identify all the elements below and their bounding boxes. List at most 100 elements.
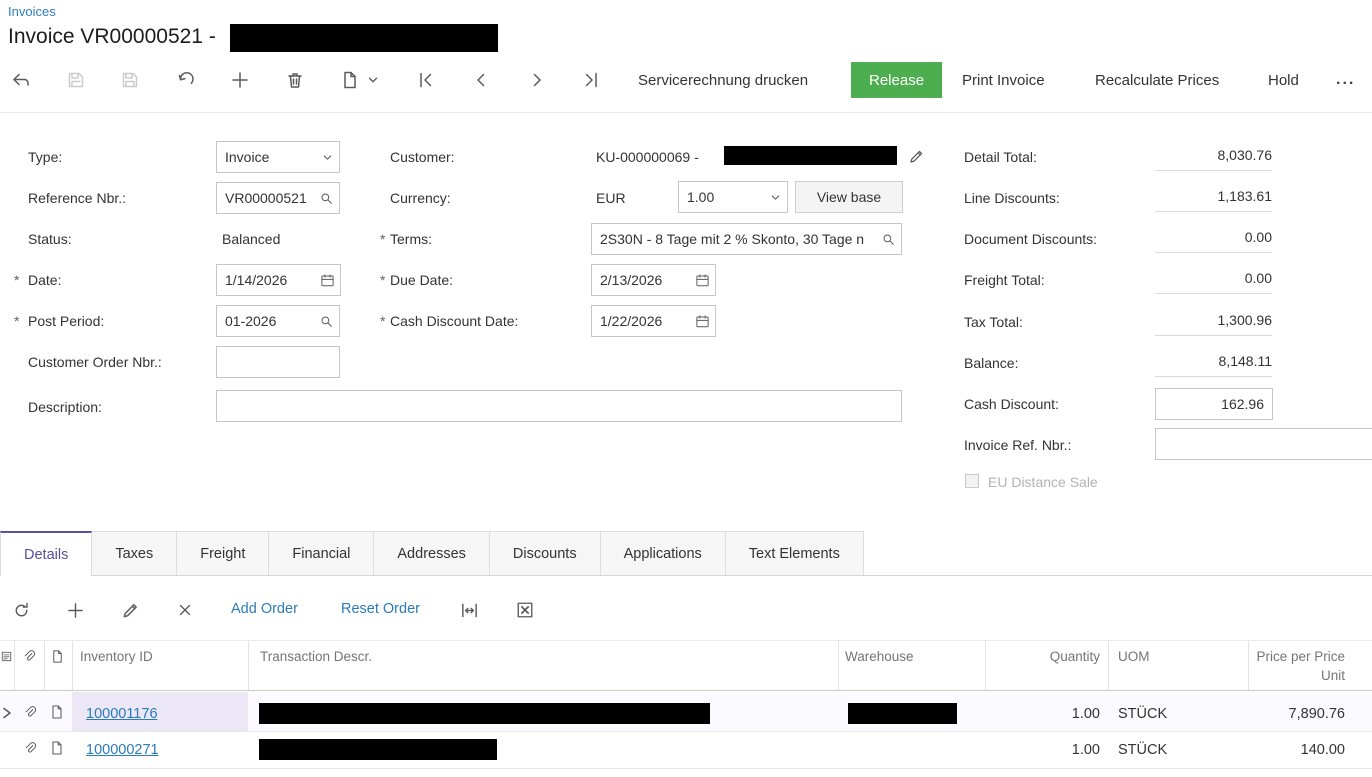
balance-label: Balance:	[964, 355, 1019, 371]
add-order-link[interactable]: Add Order	[231, 601, 298, 617]
grid-edit-row-button[interactable]	[113, 592, 147, 628]
reference-nbr-field	[216, 182, 340, 214]
inventory-id-link[interactable]: 100000271	[86, 742, 159, 758]
invoice-ref-nbr-input[interactable]	[1156, 436, 1372, 452]
column-divider	[1248, 641, 1249, 690]
delete-record-button[interactable]	[278, 62, 312, 98]
calendar-icon[interactable]	[320, 273, 335, 288]
print-invoice-button[interactable]: Print Invoice	[952, 62, 1055, 98]
tab-taxes[interactable]: Taxes	[92, 531, 178, 575]
post-period-label: Post Period:	[28, 313, 105, 329]
servicerechnung-drucken-button[interactable]: Servicerechnung drucken	[628, 62, 818, 98]
save-close-icon	[68, 72, 84, 88]
detail-total-label: Detail Total:	[964, 149, 1037, 165]
eu-distance-sale-checkbox[interactable]	[965, 474, 979, 488]
post-period-input[interactable]	[217, 313, 319, 329]
inventory-id-link[interactable]: 100001176	[86, 706, 158, 722]
column-header-price-line2[interactable]: Unit	[1225, 668, 1345, 683]
column-header-quantity[interactable]: Quantity	[990, 649, 1100, 664]
cash-discount-input[interactable]	[1156, 396, 1272, 412]
quantity-cell[interactable]: 1.00	[990, 706, 1100, 722]
eu-distance-sale-label: EU Distance Sale	[988, 474, 1098, 490]
files-column-header[interactable]	[21, 649, 36, 667]
price-cell[interactable]: 140.00	[1225, 742, 1345, 758]
go-first-record-button[interactable]	[409, 62, 443, 98]
price-cell[interactable]: 7,890.76	[1225, 706, 1345, 722]
type-select[interactable]: Invoice	[216, 141, 340, 173]
grid-refresh-button[interactable]	[4, 592, 38, 628]
tab-text-elements[interactable]: Text Elements	[725, 531, 864, 575]
quantity-cell[interactable]: 1.00	[990, 742, 1100, 758]
back-button[interactable]	[4, 62, 38, 98]
note-icon	[1, 651, 12, 662]
plus-icon	[232, 72, 248, 88]
add-new-record-button[interactable]	[223, 62, 257, 98]
more-actions-button[interactable]: ...	[1326, 62, 1365, 98]
type-label: Type:	[28, 149, 63, 165]
notes-column-header[interactable]	[0, 650, 13, 666]
hold-button[interactable]: Hold	[1258, 62, 1309, 98]
reset-order-link[interactable]: Reset Order	[341, 601, 420, 617]
lookup-magnifier-icon[interactable]	[319, 314, 334, 329]
uom-cell[interactable]: STÜCK	[1118, 742, 1167, 758]
copy-paste-button[interactable]	[332, 62, 366, 98]
recalculate-prices-button[interactable]: Recalculate Prices	[1085, 62, 1229, 98]
uom-cell[interactable]: STÜCK	[1118, 706, 1167, 722]
go-previous-record-button[interactable]	[464, 62, 498, 98]
paperclip-icon[interactable]	[22, 705, 37, 720]
document-discounts-label: Document Discounts:	[964, 231, 1098, 247]
grid-add-row-button[interactable]	[58, 592, 92, 628]
document-icon[interactable]	[49, 704, 65, 720]
column-header-transaction-descr[interactable]: Transaction Descr.	[260, 649, 372, 664]
column-divider	[14, 641, 15, 690]
column-header-inventory-id[interactable]: Inventory ID	[80, 649, 153, 664]
excel-export-icon	[517, 602, 533, 618]
terms-input[interactable]	[592, 231, 881, 247]
calendar-icon[interactable]	[695, 273, 710, 288]
cash-discount-date-input[interactable]	[592, 313, 695, 329]
paperclip-icon	[24, 650, 36, 661]
go-last-record-button[interactable]	[574, 62, 608, 98]
due-date-input[interactable]	[592, 272, 695, 288]
required-marker: *	[380, 313, 386, 329]
tax-total-label: Tax Total:	[964, 314, 1023, 330]
customer-order-nbr-input[interactable]	[217, 354, 339, 370]
terms-field	[591, 223, 902, 255]
tab-details[interactable]: Details	[0, 531, 93, 576]
tab-applications[interactable]: Applications	[600, 531, 726, 575]
go-next-record-button[interactable]	[520, 62, 554, 98]
column-header-uom[interactable]: UOM	[1118, 649, 1150, 664]
currency-rate-select[interactable]: 1.00	[678, 181, 788, 213]
trash-icon	[288, 73, 302, 88]
date-input[interactable]	[217, 272, 320, 288]
lookup-magnifier-icon[interactable]	[881, 232, 896, 247]
grid-header-bottom-border	[0, 690, 1372, 691]
date-label: Date:	[28, 272, 62, 288]
calendar-icon[interactable]	[695, 314, 710, 329]
column-header-price-line1[interactable]: Price per Price	[1225, 649, 1345, 664]
document-column-header[interactable]	[50, 649, 65, 667]
lookup-magnifier-icon[interactable]	[319, 191, 334, 206]
save-button[interactable]	[113, 62, 147, 98]
breadcrumb-invoices[interactable]: Invoices	[8, 4, 56, 19]
view-base-button[interactable]: View base	[795, 181, 903, 213]
release-button[interactable]: Release	[851, 62, 943, 98]
tab-financial[interactable]: Financial	[269, 531, 375, 575]
reference-nbr-input[interactable]	[217, 190, 319, 206]
tab-addresses[interactable]: Addresses	[374, 531, 490, 575]
date-field	[216, 264, 341, 296]
close-x-icon	[179, 604, 191, 616]
copy-paste-menu-button[interactable]	[362, 62, 384, 98]
grid-delete-row-button[interactable]	[168, 592, 202, 628]
document-icon[interactable]	[49, 740, 65, 756]
edit-customer-button[interactable]	[902, 142, 930, 170]
description-input[interactable]	[217, 398, 901, 414]
export-to-excel-button[interactable]	[508, 592, 542, 628]
tab-discounts[interactable]: Discounts	[489, 531, 601, 575]
cancel-undo-button[interactable]	[169, 62, 203, 98]
paperclip-icon[interactable]	[22, 741, 37, 756]
save-and-close-button[interactable]	[59, 62, 93, 98]
tab-freight[interactable]: Freight	[177, 531, 270, 575]
column-header-warehouse[interactable]: Warehouse	[845, 649, 914, 664]
fit-to-screen-button[interactable]	[452, 592, 486, 628]
